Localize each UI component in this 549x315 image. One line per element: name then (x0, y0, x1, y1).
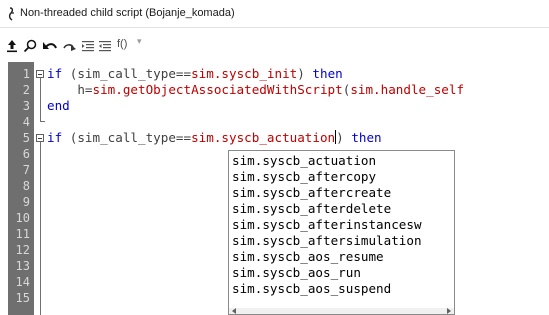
autocomplete-item[interactable]: sim.syscb_aftercreate (232, 185, 391, 201)
line-number: 2 (22, 83, 30, 97)
line-number: 5 (22, 131, 30, 145)
api-token: sim.syscb_init (191, 66, 298, 81)
line-number: 15 (15, 291, 30, 305)
indent-icon[interactable] (80, 38, 96, 54)
line-number: 9 (22, 195, 30, 209)
api-token: sim.syscb_actuation (191, 130, 336, 145)
line-number: 6 (22, 147, 30, 161)
api-token: sim.getObjectAssociatedWithScript (92, 82, 343, 97)
fold-toggle-icon[interactable] (36, 70, 44, 78)
chevron-down-icon[interactable]: ▾ (137, 37, 142, 47)
line-number: 10 (15, 211, 30, 225)
line-number: 3 (22, 99, 30, 113)
fold-guide-line (40, 78, 41, 122)
line-number: 4 (22, 115, 30, 129)
keyword-token: then (351, 130, 382, 145)
code-token: ) (297, 66, 313, 81)
autocomplete-item[interactable]: sim.syscb_afterdelete (232, 201, 391, 217)
code-line[interactable]: h=sim.getObjectAssociatedWithScript(sim.… (47, 82, 464, 98)
search-icon[interactable] (22, 38, 38, 54)
window-title: Non-threaded child script (Bojanje_komad… (20, 7, 235, 19)
undo-icon[interactable] (42, 38, 58, 54)
window-titlebar: Non-threaded child script (Bojanje_komad… (0, 0, 549, 28)
keyword-token: then (312, 66, 343, 81)
scroll-left-icon[interactable] (232, 308, 236, 314)
autocomplete-item[interactable]: sim.syscb_afterinstancesw (232, 217, 422, 233)
redo-icon[interactable] (62, 38, 78, 54)
line-number: 14 (15, 275, 30, 289)
code-line[interactable]: if (sim_call_type==sim.syscb_init) then (47, 66, 343, 82)
autocomplete-item[interactable]: sim.syscb_aos_run (232, 265, 361, 281)
autocomplete-item[interactable]: sim.syscb_aos_suspend (232, 281, 391, 297)
autocomplete-item[interactable]: sim.syscb_aos_resume (232, 249, 384, 265)
keyword-token: if (47, 130, 63, 145)
line-number: 13 (15, 259, 30, 273)
script-icon (6, 6, 18, 21)
line-number: 11 (15, 227, 30, 241)
code-token: (sim_call_type== (62, 130, 192, 145)
code-token: (sim_call_type== (62, 66, 192, 81)
line-number: 7 (22, 163, 30, 177)
code-editor[interactable]: 1 2 3 4 5 6 7 8 9 10 11 12 13 14 15 if (… (0, 62, 549, 315)
function-menu-button[interactable]: f() (117, 38, 127, 50)
code-token: ) (336, 130, 352, 145)
unindent-icon[interactable] (97, 38, 113, 54)
keyword-token: end (47, 98, 70, 113)
line-number: 12 (15, 243, 30, 257)
autocomplete-item[interactable]: sim.syscb_actuation (232, 153, 376, 169)
upload-icon[interactable] (4, 38, 20, 54)
fold-toggle-icon[interactable] (36, 134, 44, 142)
line-number: 1 (22, 67, 30, 81)
api-token: sim.handle_self (350, 82, 465, 97)
code-line[interactable]: end (47, 98, 70, 114)
autocomplete-popup[interactable]: sim.syscb_actuation sim.syscb_aftercopy … (228, 150, 455, 315)
code-token: h= (47, 82, 93, 97)
fold-end-marker (40, 121, 45, 122)
editor-toolbar (0, 34, 549, 58)
line-number: 8 (22, 179, 30, 193)
autocomplete-item[interactable]: sim.syscb_aftercopy (232, 169, 376, 185)
scroll-right-icon[interactable] (447, 308, 451, 314)
code-line[interactable]: if (sim_call_type==sim.syscb_actuation) … (47, 130, 382, 146)
keyword-token: if (47, 66, 63, 81)
fold-guide-line (40, 142, 41, 315)
autocomplete-item[interactable]: sim.syscb_aftersimulation (232, 233, 422, 249)
horizontal-scrollbar[interactable] (229, 308, 454, 314)
